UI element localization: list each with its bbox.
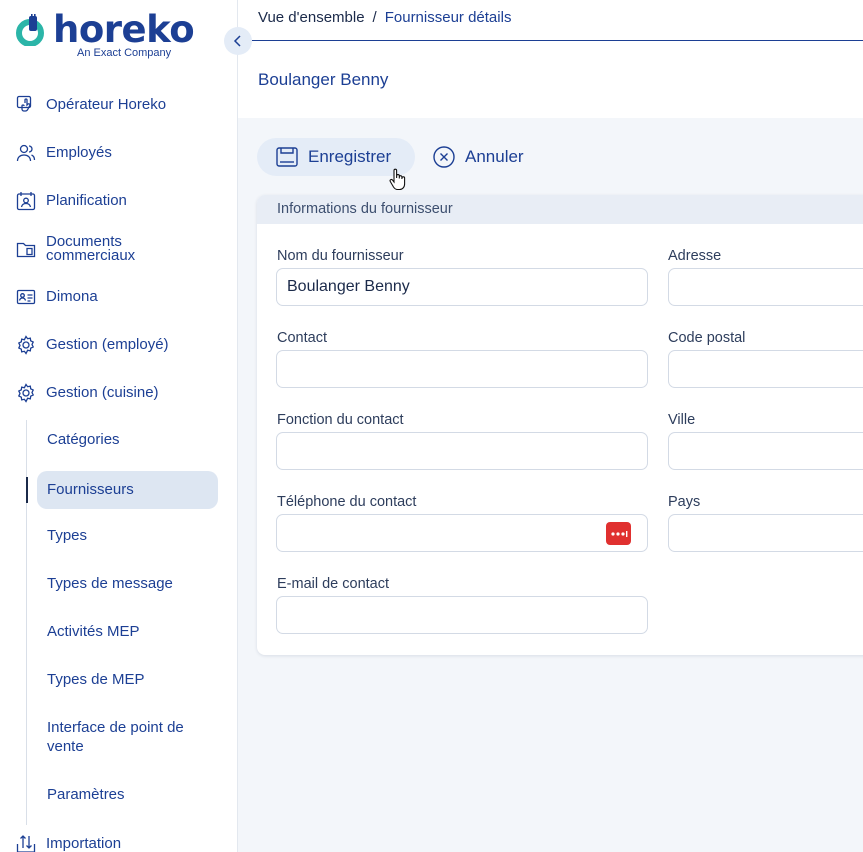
save-button-label: Enregistrer bbox=[308, 147, 392, 166]
sidebar-subitem-categories[interactable]: Catégories bbox=[47, 430, 120, 449]
sidebar-item-planification[interactable]: Planification bbox=[16, 191, 127, 211]
page-header: Vue d'ensemble / Fournisseur détails Boula… bbox=[238, 0, 863, 118]
save-icon bbox=[276, 147, 298, 167]
collapse-sidebar-button[interactable] bbox=[224, 27, 252, 55]
header-divider bbox=[252, 40, 863, 41]
sidebar-item-label: Opérateur Horeko bbox=[46, 96, 167, 113]
supplier-name-input[interactable]: Boulanger Benny bbox=[276, 268, 648, 306]
logo-tagline: An Exact Company bbox=[77, 47, 172, 59]
logo-mark-icon bbox=[16, 14, 44, 46]
sidebar-item-employes[interactable]: Employés bbox=[16, 143, 112, 163]
name-label: Nom du fournisseur bbox=[277, 248, 404, 264]
sidebar-subitem-activites-mep[interactable]: Activités MEP bbox=[47, 622, 140, 641]
password-manager-icon[interactable] bbox=[606, 522, 631, 545]
contact-label: Contact bbox=[277, 330, 327, 346]
contact-phone-input[interactable] bbox=[276, 514, 648, 552]
sidebar-subitem-parametres[interactable]: Paramètres bbox=[47, 785, 125, 804]
postal-code-input[interactable] bbox=[668, 350, 863, 388]
supplier-info-card: Informations du fournisseur Nom du fourn… bbox=[257, 195, 863, 655]
sidebar-subitem-types[interactable]: Types bbox=[47, 526, 87, 545]
contact-function-input[interactable] bbox=[276, 432, 648, 470]
contact-function-label: Fonction du contact bbox=[277, 412, 404, 428]
contact-email-input[interactable] bbox=[276, 596, 648, 634]
id-card-icon bbox=[16, 289, 36, 305]
sidebar-subitem-types-mep[interactable]: Types de MEP bbox=[47, 670, 145, 689]
sidebar-item-operateur[interactable]: Opérateur Horeko bbox=[16, 95, 166, 115]
sidebar-item-label: Dimona bbox=[46, 288, 98, 305]
user-gear-icon bbox=[17, 335, 35, 355]
sidebar-item-documents[interactable]: Documents commerciaux bbox=[16, 233, 156, 264]
hand-cursor-icon bbox=[389, 168, 406, 191]
logo-wordmark: horeko bbox=[53, 8, 195, 51]
postal-code-label: Code postal bbox=[668, 330, 746, 346]
import-arrows-icon bbox=[16, 835, 36, 852]
sidebar-item-label: Importation bbox=[46, 835, 122, 852]
cancel-button[interactable]: Annuler bbox=[432, 138, 524, 176]
folder-icon bbox=[16, 242, 36, 258]
address-input[interactable] bbox=[668, 268, 863, 306]
sidebar-item-gestion-employe[interactable]: Gestion (employé) bbox=[16, 335, 169, 355]
sidebar-subitem-fournisseurs[interactable]: Fournisseurs bbox=[37, 471, 218, 509]
country-label: Pays bbox=[668, 494, 701, 510]
calendar-user-icon bbox=[16, 192, 36, 211]
touch-icon bbox=[16, 95, 32, 112]
breadcrumb-separator: / bbox=[372, 9, 377, 26]
sidebar-item-dimona[interactable]: Dimona bbox=[16, 287, 98, 307]
chef-gear-icon bbox=[17, 383, 35, 403]
sidebar: horeko An Exact Company Opérateur Horeko… bbox=[0, 0, 238, 852]
close-circle-icon bbox=[433, 146, 455, 168]
sidebar-subitem-pos-interface[interactable]: Interface de point de vente bbox=[47, 718, 207, 756]
sidebar-item-importation[interactable]: Importation bbox=[16, 834, 121, 852]
address-label: Adresse bbox=[668, 248, 722, 264]
section-title: Informations du fournisseur bbox=[257, 195, 863, 224]
city-input[interactable] bbox=[668, 432, 863, 470]
breadcrumb-root-link[interactable]: Vue d'ensemble bbox=[258, 9, 365, 26]
submenu-active-indicator bbox=[26, 477, 28, 503]
sidebar-item-label: Employés bbox=[46, 144, 112, 161]
sidebar-item-label: Documents commerciaux bbox=[46, 233, 136, 264]
breadcrumb-current: Fournisseur détails bbox=[384, 9, 512, 26]
users-icon bbox=[16, 144, 36, 162]
sidebar-item-label: Planification bbox=[46, 192, 127, 209]
cancel-button-label: Annuler bbox=[465, 147, 524, 166]
contact-email-label: E-mail de contact bbox=[277, 576, 390, 592]
chevron-left-icon bbox=[233, 35, 241, 47]
sidebar-item-label: Gestion (employé) bbox=[46, 336, 169, 353]
page-title: Boulanger Benny bbox=[258, 70, 389, 89]
sidebar-item-label: Gestion (cuisine) bbox=[46, 384, 159, 401]
sidebar-item-gestion-cuisine[interactable]: Gestion (cuisine) bbox=[16, 383, 159, 403]
contact-phone-label: Téléphone du contact bbox=[277, 494, 417, 510]
country-input[interactable] bbox=[668, 514, 863, 552]
contact-input[interactable] bbox=[276, 350, 648, 388]
city-label: Ville bbox=[668, 412, 696, 428]
sidebar-subitem-types-message[interactable]: Types de message bbox=[47, 574, 173, 593]
breadcrumb: Vue d'ensemble / Fournisseur détails bbox=[258, 9, 511, 26]
horeko-logo[interactable]: horeko An Exact Company bbox=[16, 8, 195, 62]
